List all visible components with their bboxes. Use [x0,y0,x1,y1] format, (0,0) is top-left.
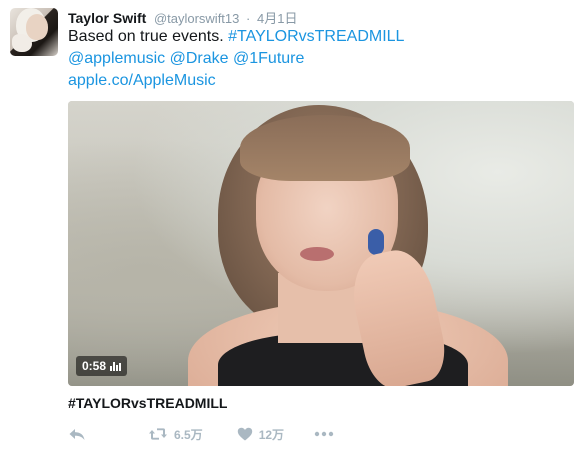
audio-bars-icon [110,361,122,371]
more-icon [314,431,334,437]
retweet-button[interactable]: 6.5万 [148,426,203,443]
tweet-actions: 6.5万 12万 [68,424,388,444]
mention-applemusic[interactable]: @applemusic [68,50,165,67]
heart-icon [237,427,253,441]
author-name[interactable]: Taylor Swift [68,10,146,26]
video-player[interactable]: 0:58 [68,101,574,386]
tweet-text-plain: Based on true events. [68,28,229,45]
video-bangs [240,115,410,181]
avatar-hand [12,34,32,52]
tweet-header: Taylor Swift @taylorswift13 · 4月1日 [68,8,297,26]
like-button[interactable]: 12万 [237,426,284,443]
reply-button[interactable] [68,427,86,441]
tweet: Taylor Swift @taylorswift13 · 4月1日 Based… [0,0,586,451]
video-earbud [368,229,384,255]
avatar[interactable] [10,8,58,56]
apple-music-link[interactable]: apple.co/AppleMusic [68,72,216,89]
author-handle[interactable]: @taylorswift13 [154,11,239,26]
more-button[interactable] [314,431,334,437]
card-title[interactable]: #TAYLORvsTREADMILL [68,395,227,411]
video-duration: 0:58 [82,359,107,373]
tweet-timestamp[interactable]: 4月1日 [257,11,297,26]
hashtag-link[interactable]: #TAYLORvsTREADMILL [228,28,404,45]
retweet-icon [148,427,168,441]
mention-drake[interactable]: @Drake [170,50,229,67]
video-duration-badge: 0:58 [76,356,128,376]
mention-1future[interactable]: @1Future [233,50,304,67]
tweet-text: Based on true events. #TAYLORvsTREADMILL… [68,26,568,92]
video-lips [300,247,334,261]
retweet-count: 6.5万 [174,427,203,442]
avatar-face [26,14,48,40]
like-count: 12万 [258,427,285,442]
header-separator: · [246,11,251,26]
reply-icon [68,427,86,441]
